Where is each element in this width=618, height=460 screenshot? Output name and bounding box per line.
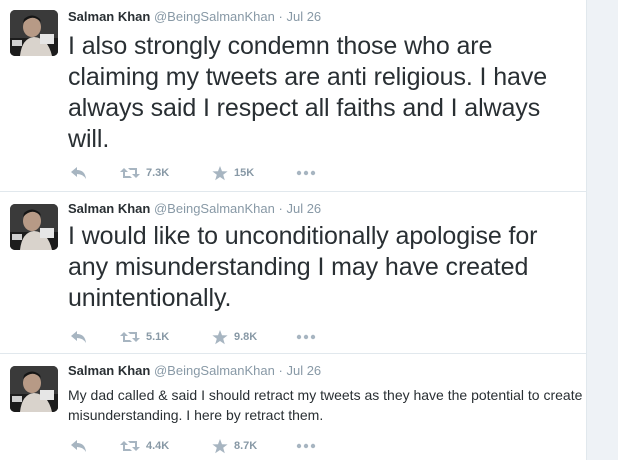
reply-button[interactable] [70,436,88,456]
reply-icon [70,166,88,180]
tweet-timeline: Salman Khan @BeingSalmanKhan · Jul 26 I … [0,0,586,460]
avatar[interactable] [10,366,58,412]
author-name[interactable]: Salman Khan [68,201,150,216]
retweet-count: 7.3K [146,167,170,179]
more-dots-icon [296,443,316,449]
tweet-header: Salman Khan @BeingSalmanKhan · Jul 26 [68,201,321,217]
header-separator: · [278,363,283,378]
author-name[interactable]: Salman Khan [68,363,150,378]
more-dots-icon [296,170,316,176]
tweet-actions: 4.4K 8.7K [68,436,368,456]
star-icon [212,438,228,454]
tweet-actions: 5.1K 9.8K [68,327,368,347]
retweet-button[interactable]: 4.4K [120,436,169,456]
retweet-button[interactable]: 7.3K [120,163,169,183]
tweet-text: My dad called & said I should retract my… [68,387,583,423]
retweet-icon [120,330,140,344]
reply-button[interactable] [70,327,88,347]
retweet-icon [120,439,140,453]
header-separator: · [278,201,283,216]
tweet-text: I would like to unconditionally apologis… [68,222,538,312]
favorite-count: 9.8K [234,331,258,343]
tweet-header: Salman Khan @BeingSalmanKhan · Jul 26 [68,363,321,379]
tweet-date[interactable]: Jul 26 [286,201,321,216]
tweet[interactable]: Salman Khan @BeingSalmanKhan · Jul 26 I … [0,192,586,354]
author-name[interactable]: Salman Khan [68,9,150,24]
reply-icon [70,330,88,344]
tweet[interactable]: Salman Khan @BeingSalmanKhan · Jul 26 My… [0,354,586,460]
avatar[interactable] [10,204,58,250]
header-separator: · [278,9,283,24]
reply-icon [70,439,88,453]
favorite-button[interactable]: 9.8K [212,327,257,347]
author-handle[interactable]: @BeingSalmanKhan [154,201,275,216]
page: Salman Khan @BeingSalmanKhan · Jul 26 I … [0,0,618,460]
favorite-count: 15K [234,167,255,179]
more-dots-icon [296,334,316,340]
reply-button[interactable] [70,163,88,183]
retweet-icon [120,166,140,180]
tweet-date[interactable]: Jul 26 [286,363,321,378]
tweet[interactable]: Salman Khan @BeingSalmanKhan · Jul 26 I … [0,0,586,192]
retweet-button[interactable]: 5.1K [120,327,169,347]
retweet-count: 4.4K [146,440,170,452]
favorite-button[interactable]: 8.7K [212,436,257,456]
tweet-date[interactable]: Jul 26 [286,9,321,24]
favorite-button[interactable]: 15K [212,163,254,183]
more-button[interactable] [296,163,316,183]
author-handle[interactable]: @BeingSalmanKhan [154,9,275,24]
retweet-count: 5.1K [146,331,170,343]
author-handle[interactable]: @BeingSalmanKhan [154,363,275,378]
favorite-count: 8.7K [234,440,258,452]
avatar[interactable] [10,10,58,56]
sidebar-background [586,0,618,460]
tweet-header: Salman Khan @BeingSalmanKhan · Jul 26 [68,9,321,25]
tweet-actions: 7.3K 15K [68,163,368,183]
tweet-text: I also strongly condemn those who are cl… [68,32,548,153]
star-icon [212,165,228,181]
star-icon [212,329,228,345]
more-button[interactable] [296,327,316,347]
more-button[interactable] [296,436,316,456]
